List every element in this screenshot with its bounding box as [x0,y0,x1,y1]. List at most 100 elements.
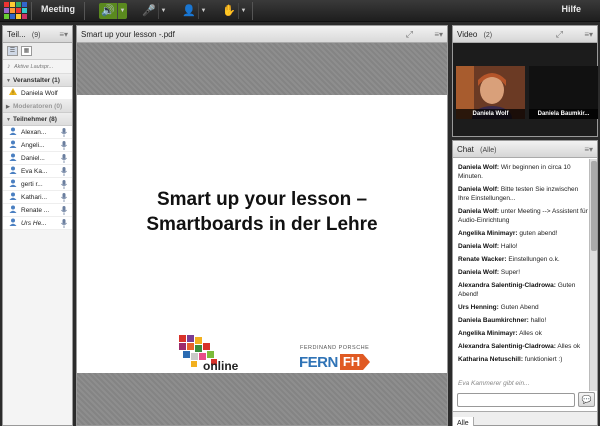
attendee-item[interactable]: Urs He... [3,217,72,230]
connect-meeting-window: Meeting 🔊 ▼ 🎤 ▼ 👤 ▼ ✋ ▼ Hilfe Teil... (9… [0,0,600,426]
attendees-toolbar: ☰ ▦ [3,43,72,60]
panel-menu-icon[interactable]: ≡▾ [434,26,443,43]
slide-page: Smart up your lesson – Smartboards in de… [77,95,447,373]
chat-message: Daniela Wolf: unter Meeting --> Assisten… [458,207,589,225]
microphone-icon [61,141,67,150]
attendee-item[interactable]: Daniel... [3,152,72,165]
chat-message: Urs Henning: Guten Abend [458,303,589,312]
document-viewport[interactable]: Smart up your lesson – Smartboards in de… [77,43,447,425]
chat-text: funktioniert :) [524,356,563,363]
chat-message: Alexandra Salentinig-Cladrowa: Alles ok [458,342,589,351]
chat-author: Alexandra Salentinig-Cladrowa: [458,282,556,289]
list-view-icon[interactable]: ☰ [7,46,18,56]
chat-tab-all[interactable]: Alle [453,417,474,426]
chat-header: Chat (Alle) ≡▾ [453,141,597,158]
microphone-icon: 🎤 [142,5,156,17]
attendee-item[interactable]: gerti r... [3,178,72,191]
scrollbar-thumb[interactable] [591,161,597,251]
attendee-item[interactable]: Renate ... [3,204,72,217]
online-logo-text: online [203,359,239,373]
role-header-participants[interactable]: ▼ Teilnehmer (8) [3,113,72,126]
attendee-item[interactable]: Alexan... [3,126,72,139]
webcam-button[interactable]: 👤 ▼ [180,3,208,19]
grid-view-icon[interactable]: ▦ [21,46,32,56]
chat-messages[interactable]: Daniela Wolf: Wir beginnen in circa 10 M… [453,159,589,387]
chevron-down-icon[interactable]: ▼ [198,3,208,19]
attendee-item[interactable]: Eva Ka... [3,165,72,178]
attendee-name: Kathari... [21,194,48,201]
chat-author: Angelika Minimayr: [458,230,518,237]
chevron-down-icon[interactable]: ▼ [117,3,127,19]
meeting-menu[interactable]: Meeting [41,4,75,14]
send-message-button[interactable]: 💬 [578,392,595,407]
attendee-item[interactable]: Kathari... [3,191,72,204]
microphone-button[interactable]: 🎤 ▼ [140,3,168,19]
typing-indicator: Eva Kammerer gibt ein... [458,380,530,387]
attendee-name: Angeli... [21,142,45,149]
chat-author: Urs Henning: [458,304,499,311]
chat-author: Daniela Baumkirchner: [458,317,529,324]
arrow-icon [363,354,371,370]
video-tile-name: Daniela Baumkir... [529,109,598,119]
chat-text: Alles ok [519,330,542,337]
microphone-icon [61,206,67,215]
attendee-item[interactable]: Angeli... [3,139,72,152]
user-icon [9,179,17,187]
chat-message: Daniela Wolf: Wir beginnen in circa 10 M… [458,163,589,181]
chat-text: Guten Abend [500,304,539,311]
chat-message: Angelika Minimayr: guten abend! [458,229,589,238]
active-speakers-status: ♪ Aktive Lautspr... [3,60,72,74]
chat-message: Angelika Minimayr: Alles ok [458,329,589,338]
chat-scope: (Alle) [480,147,497,154]
role-label: Teilnehmer (8) [13,116,57,123]
chat-scrollbar[interactable] [589,159,597,391]
chat-text: hallo! [530,317,547,324]
webcam-icon: 👤 [182,5,196,17]
attendees-panel: Teil... (9) ≡▾ ☰ ▦ ♪ Aktive Lautspr... ▼ V… [2,25,73,426]
chat-message: Daniela Wolf: Bitte testen Sie inzwische… [458,185,589,203]
top-toolbar: Meeting 🔊 ▼ 🎤 ▼ 👤 ▼ ✋ ▼ Hilfe [0,0,600,22]
chat-input[interactable] [457,393,575,407]
chat-author: Daniela Wolf: [458,269,500,276]
fh-logo-text: FH [339,354,364,370]
fullscreen-icon[interactable]: ⤢ [556,26,563,43]
chat-author: Alexandra Salentinig-Cladrowa: [458,343,556,350]
chat-pod: Chat (Alle) ≡▾ Daniela Wolf: Wir beginne… [452,140,598,426]
chat-tab-bar: Alle [453,411,597,426]
attendee-name: gerti r... [21,181,43,188]
panel-menu-icon[interactable]: ≡▾ [584,26,593,43]
role-header-presenters[interactable]: ▶ Moderatoren (0) [3,100,72,113]
panel-menu-icon[interactable]: ≡▾ [59,26,68,43]
chat-author: Daniela Wolf: [458,208,500,215]
speaker-button[interactable]: 🔊 ▼ [99,3,127,19]
video-tile[interactable]: Daniela Wolf [456,66,525,119]
microphone-icon [61,128,67,137]
help-menu[interactable]: Hilfe [561,4,581,14]
svg-text:!: ! [12,91,14,97]
role-header-hosts[interactable]: ▼ Veranstalter (1) [3,74,72,87]
microphone-icon [61,154,67,163]
share-pod: Smart up your lesson -.pdf ⤢ ≡▾ Smart up… [76,25,448,426]
microphone-icon [61,219,67,228]
microphone-icon [61,193,67,202]
raise-hand-button[interactable]: ✋ ▼ [220,3,248,19]
panel-menu-icon[interactable]: ≡▾ [584,141,593,158]
fullscreen-icon[interactable]: ⤢ [406,26,413,43]
chat-message: Daniela Wolf: Super! [458,268,589,277]
video-tile[interactable]: Daniela Baumkir... [529,66,598,119]
user-icon [9,166,17,174]
chevron-down-icon[interactable]: ▼ [238,3,248,19]
user-icon [9,218,17,226]
chat-message: Renate Wacker: Einstellungen o.k. [458,255,589,264]
microphone-icon [61,180,67,189]
chevron-down-icon[interactable]: ▼ [158,3,168,19]
role-label: Moderatoren (0) [13,103,63,110]
document-title: Smart up your lesson -.pdf [81,30,175,39]
chat-message: Daniela Wolf: Hallo! [458,242,589,251]
speaker-icon: ♪ [7,63,11,70]
attendee-item[interactable]: ! Daniela Wolf [3,87,72,100]
toolbar-separator [31,2,32,20]
chat-text: Einstellungen o.k. [508,256,560,263]
attendees-count: (9) [31,32,41,39]
attendee-name: Urs He... [21,220,47,227]
